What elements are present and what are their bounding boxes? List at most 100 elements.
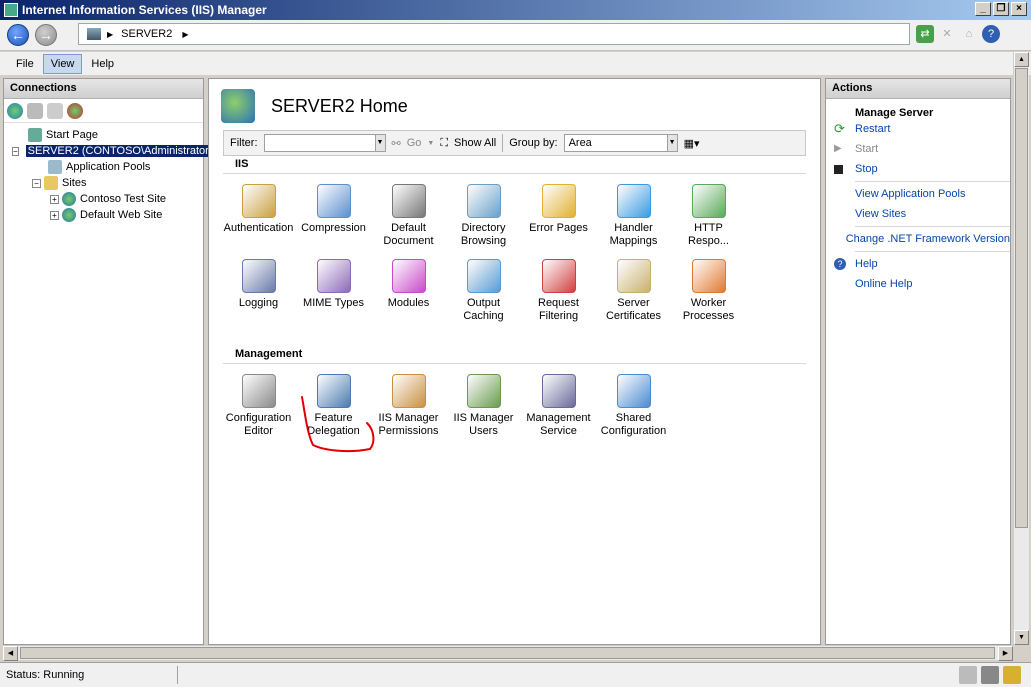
feature-compression[interactable]: Compression xyxy=(296,184,371,235)
expand-icon[interactable]: + xyxy=(50,194,59,204)
feature-label: Users xyxy=(469,425,498,437)
tree-item-start-page[interactable]: Start Page xyxy=(4,127,203,143)
feature-http-response[interactable]: HTTP Respo... xyxy=(671,184,746,248)
compression-icon xyxy=(316,184,351,218)
stop-icon[interactable]: ✕ xyxy=(938,25,956,43)
breadcrumb[interactable]: ▶ SERVER2 ▶ xyxy=(78,23,910,45)
refresh-icon[interactable]: ⇄ xyxy=(916,25,934,43)
view-icon[interactable]: ▦▾ xyxy=(684,137,700,150)
action-change-net[interactable]: Change .NET Framework Version xyxy=(826,229,1010,249)
feature-default-document[interactable]: Default Document xyxy=(371,184,446,248)
iis-manager-permissions-icon xyxy=(391,374,426,408)
feature-feature-delegation[interactable]: Feature Delegation xyxy=(296,374,371,438)
feature-server-certificates[interactable]: Server Certificates xyxy=(596,259,671,323)
feature-configuration-editor[interactable]: Configuration Editor xyxy=(221,374,296,438)
dropdown-arrow-icon[interactable]: ▼ xyxy=(666,135,677,151)
feature-output-caching[interactable]: Output Caching xyxy=(446,259,521,323)
vertical-scrollbar[interactable]: ▲ ▼ xyxy=(1013,52,1029,645)
tree-item-app-pools[interactable]: Application Pools xyxy=(4,159,203,175)
action-label[interactable]: Online Help xyxy=(855,278,912,290)
expand-icon[interactable]: + xyxy=(50,210,59,220)
feature-modules[interactable]: Modules xyxy=(371,259,446,310)
filter-input[interactable]: ▼ xyxy=(263,134,386,152)
action-label[interactable]: Change .NET Framework Version xyxy=(846,233,1010,245)
restart-icon: ⟳ xyxy=(834,121,845,136)
restore-button[interactable]: ❐ xyxy=(993,2,1009,16)
feature-iis-manager-users[interactable]: IIS Manager Users xyxy=(446,374,521,438)
feature-mime-types[interactable]: MIME Types xyxy=(296,259,371,310)
action-restart[interactable]: ⟳ Restart xyxy=(826,119,1010,139)
dropdown-arrow-icon[interactable]: ▼ xyxy=(374,135,385,151)
back-arrow-icon[interactable]: ← xyxy=(7,24,29,46)
feature-authentication[interactable]: Authentication xyxy=(221,184,296,235)
show-all-icon[interactable]: ⛶ xyxy=(440,137,448,150)
scroll-thumb[interactable] xyxy=(1015,68,1028,528)
feature-logging[interactable]: Logging xyxy=(221,259,296,310)
page-header: SERVER2 Home xyxy=(221,89,408,123)
feature-worker-processes[interactable]: Worker Processes xyxy=(671,259,746,323)
group-by-select[interactable]: Area ▼ xyxy=(563,134,678,152)
status-icons xyxy=(959,666,1021,684)
action-label[interactable]: View Application Pools xyxy=(855,188,965,200)
scroll-up-icon[interactable]: ▲ xyxy=(1014,52,1029,67)
scroll-right-icon[interactable]: ▶ xyxy=(998,646,1013,661)
connections-toolbar xyxy=(4,99,203,123)
disconnect-icon[interactable] xyxy=(67,102,83,119)
handler-mappings-icon xyxy=(616,184,651,218)
action-view-sites[interactable]: View Sites xyxy=(826,204,1010,224)
go-icon[interactable]: ⚯ xyxy=(392,137,401,150)
collapse-icon[interactable]: − xyxy=(12,146,19,156)
action-start[interactable]: ▶ Start xyxy=(826,139,1010,159)
up-folder-icon[interactable] xyxy=(47,102,63,119)
close-button[interactable]: × xyxy=(1011,2,1027,16)
feature-management-service[interactable]: Management Service xyxy=(521,374,596,438)
globe-icon xyxy=(62,192,76,206)
feature-request-filtering[interactable]: Request Filtering xyxy=(521,259,596,323)
scroll-left-icon[interactable]: ◀ xyxy=(3,646,18,661)
authentication-icon xyxy=(241,184,276,218)
collapse-icon[interactable]: − xyxy=(32,178,41,188)
action-stop[interactable]: Stop xyxy=(826,159,1010,179)
forward-arrow-icon[interactable]: → xyxy=(35,24,57,46)
horizontal-scrollbar[interactable]: ◀ ▶ xyxy=(3,645,1013,661)
action-help[interactable]: ? Help xyxy=(826,254,1010,274)
menu-file[interactable]: File xyxy=(9,55,41,73)
configuration-editor-icon xyxy=(241,374,276,408)
feature-label: Default xyxy=(391,222,426,234)
go-dropdown-icon[interactable]: ▼ xyxy=(427,140,434,147)
feature-label: Error Pages xyxy=(529,222,588,234)
menu-view[interactable]: View xyxy=(42,53,83,74)
save-icon[interactable] xyxy=(27,102,43,119)
scroll-down-icon[interactable]: ▼ xyxy=(1014,630,1029,645)
tree-item-site[interactable]: + Contoso Test Site xyxy=(4,191,203,207)
connect-icon[interactable] xyxy=(7,102,23,119)
feature-directory-browsing[interactable]: Directory Browsing xyxy=(446,184,521,248)
action-label[interactable]: View Sites xyxy=(855,208,906,220)
scroll-thumb[interactable] xyxy=(20,647,995,659)
menu-help[interactable]: Help xyxy=(84,55,121,73)
start-page-icon xyxy=(28,128,42,142)
feature-iis-manager-permissions[interactable]: IIS Manager Permissions xyxy=(371,374,446,438)
feature-handler-mappings[interactable]: Handler Mappings xyxy=(596,184,671,248)
go-button[interactable]: Go xyxy=(407,137,422,149)
action-label[interactable]: Help xyxy=(855,258,878,270)
minimize-button[interactable]: _ xyxy=(975,2,991,16)
help-icon[interactable]: ? xyxy=(982,25,1000,43)
tree-item-server[interactable]: − SERVER2 (CONTOSO\Administrator) xyxy=(4,143,215,159)
connections-pane: Connections Start Page − SERVER2 (CONTOS… xyxy=(3,78,215,645)
action-label[interactable]: Stop xyxy=(855,163,878,175)
feature-error-pages[interactable]: Error Pages xyxy=(521,184,596,235)
show-all-button[interactable]: Show All xyxy=(454,137,496,149)
chevron-right-icon[interactable]: ▶ xyxy=(182,30,188,39)
divider xyxy=(855,251,1010,252)
action-online-help[interactable]: Online Help xyxy=(826,274,1010,294)
action-view-app-pools[interactable]: View Application Pools xyxy=(826,184,1010,204)
tree-item-sites[interactable]: − Sites xyxy=(4,175,203,191)
home-icon[interactable]: ⌂ xyxy=(960,25,978,43)
feature-shared-configuration[interactable]: Shared Configuration xyxy=(596,374,671,438)
feature-label: Logging xyxy=(238,297,279,309)
chevron-right-icon[interactable]: ▶ xyxy=(107,30,113,39)
tree-item-site[interactable]: + Default Web Site xyxy=(4,207,203,223)
action-label[interactable]: Restart xyxy=(855,123,890,135)
breadcrumb-server[interactable]: SERVER2 xyxy=(121,28,172,40)
